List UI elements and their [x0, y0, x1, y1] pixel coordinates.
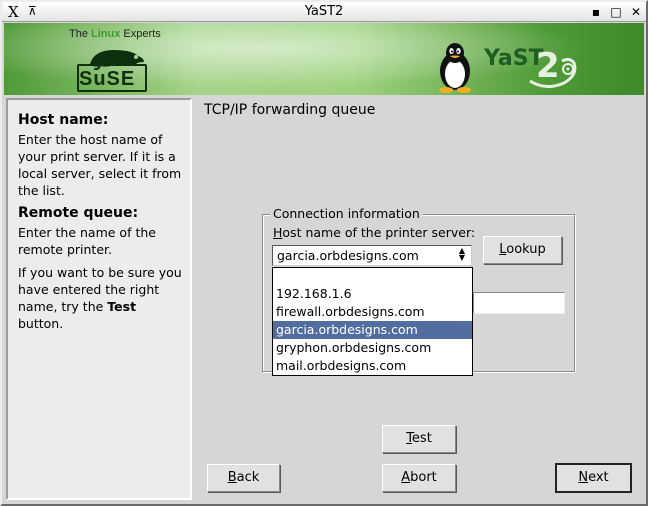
abort-button[interactable]: Abort [382, 464, 456, 492]
help-test-bold: Test [107, 299, 137, 314]
help-queue-text: Enter the name of the remote printer. [18, 225, 156, 257]
back-access-key: B [227, 470, 237, 485]
help-host-heading: Host name: [18, 112, 109, 128]
help-host-text: Enter the host name of your print server… [18, 132, 182, 198]
connection-legend: Connection information [270, 206, 423, 221]
next-access-key: N [578, 470, 589, 485]
next-label: ext [588, 470, 609, 485]
page-title: TCP/IP forwarding queue [204, 102, 376, 118]
test-label: est [411, 431, 432, 446]
host-label-access-key: H [273, 225, 283, 240]
host-label-rest: ost name of the printer server: [282, 225, 476, 240]
title-bar[interactable]: X ⊼ YaST2 ▪ □ ✕ [2, 2, 646, 22]
tagline-pre: The [69, 28, 92, 40]
dropdown-option[interactable]: mail.orbdesigns.com [273, 357, 472, 375]
next-button[interactable]: Next [555, 463, 632, 493]
host-name-dropdown-list[interactable]: 192.168.1.6 firewall.orbdesigns.com garc… [272, 267, 473, 376]
remote-queue-input[interactable] [473, 292, 565, 314]
host-name-label: Host name of the printer server: [273, 225, 475, 240]
host-name-value: garcia.orbdesigns.com [277, 248, 419, 263]
abort-access-key: A [401, 470, 411, 485]
close-icon[interactable]: ✕ [628, 4, 644, 20]
yast-logo-number: 2 [536, 46, 560, 86]
maximize-icon[interactable]: □ [608, 4, 624, 20]
dropdown-option[interactable]: firewall.orbdesigns.com [273, 303, 472, 321]
back-button[interactable]: Back [207, 464, 280, 492]
dropdown-option[interactable]: 192.168.1.6 [273, 285, 472, 303]
tux-icon [439, 43, 471, 93]
combo-arrow-icon[interactable]: ▲ ▼ [456, 247, 468, 263]
help-test-pre: If you want to be sure you have entered … [18, 265, 182, 314]
tagline-brand: Linux [91, 28, 121, 40]
help-panel: Host name: Enter the host name of your p… [6, 98, 192, 500]
host-name-combobox[interactable]: garcia.orbdesigns.com ▲ ▼ [272, 245, 472, 266]
tagline-post: Experts [120, 28, 161, 40]
yast-logo-text: YaST [483, 46, 544, 71]
suse-banner: The Linux Experts SuSE YaST 2 [4, 23, 644, 95]
help-queue-heading: Remote queue: [18, 205, 139, 221]
suse-tagline: The Linux Experts [69, 28, 161, 40]
minimize-icon[interactable]: ▪ [588, 4, 604, 20]
dropdown-option[interactable] [273, 268, 472, 286]
suse-wordmark: SuSE [79, 68, 136, 90]
help-test-post: button. [18, 316, 64, 331]
dropdown-option[interactable]: gryphon.orbdesigns.com [273, 339, 472, 357]
back-label: ack [236, 470, 260, 485]
help-test-text: If you want to be sure you have entered … [18, 264, 184, 332]
lookup-button[interactable]: Lookup [483, 236, 562, 264]
abort-label: bort [410, 470, 437, 485]
yast-logo-icon: YaST 2 [483, 46, 577, 88]
test-button[interactable]: Test [382, 425, 456, 453]
window-title: YaST2 [304, 4, 344, 19]
yast-window: X ⊼ YaST2 ▪ □ ✕ The Linux Experts SuSE Y… [0, 0, 648, 506]
dropdown-option-selected[interactable]: garcia.orbdesigns.com [273, 321, 472, 339]
lookup-label: ookup [506, 242, 546, 257]
